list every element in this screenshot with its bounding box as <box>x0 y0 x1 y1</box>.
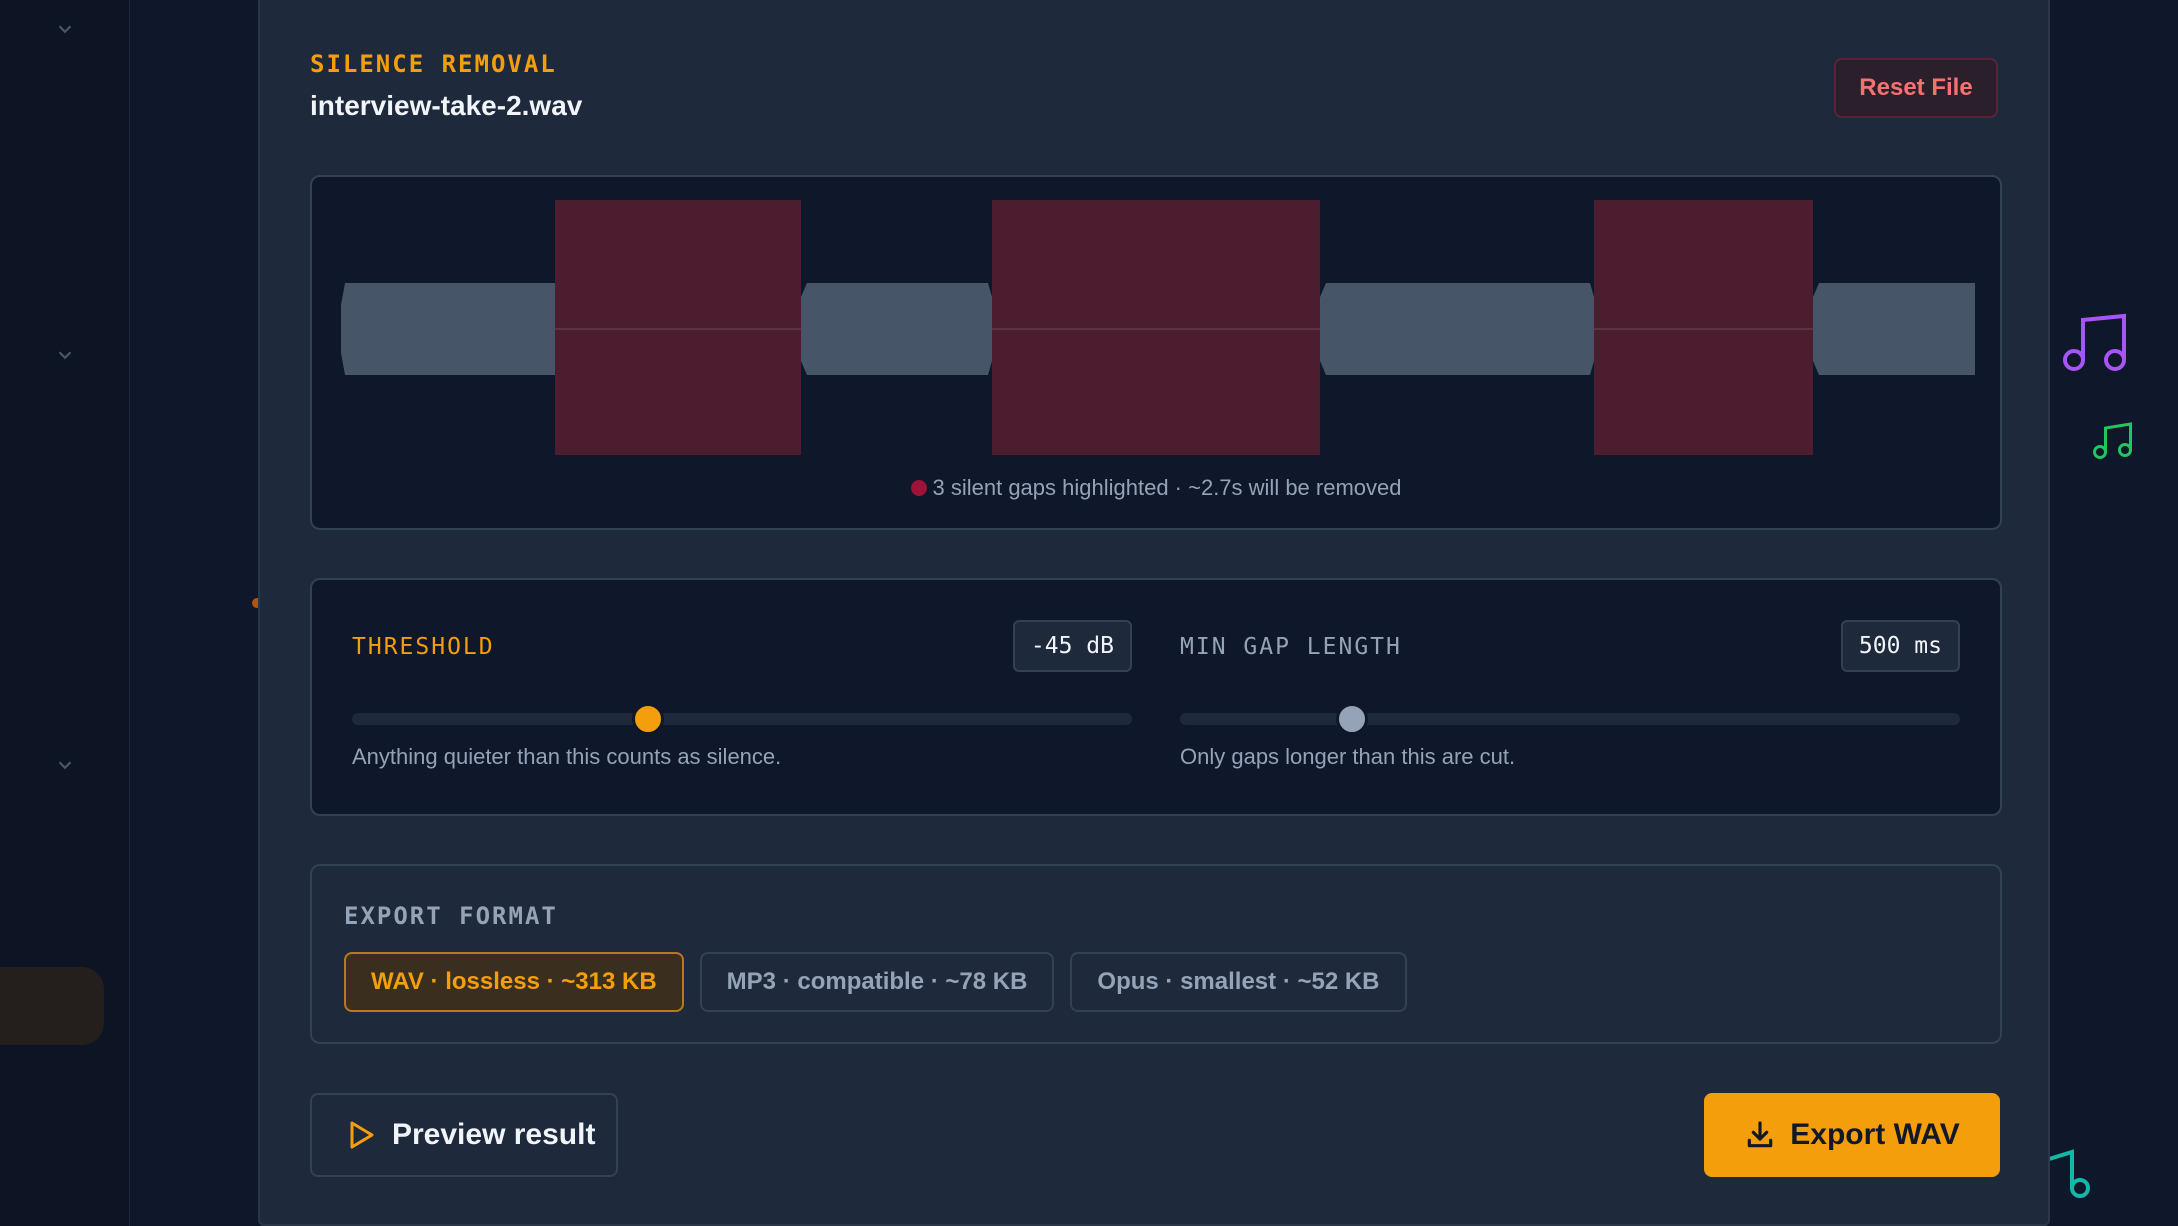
dialog-header: SILENCE REMOVAL interview-take-2.wav Res… <box>310 50 1998 130</box>
dialog-eyebrow: SILENCE REMOVAL <box>310 50 557 78</box>
silence-removal-dialog: SILENCE REMOVAL interview-take-2.wav Res… <box>258 0 2050 1226</box>
format-option-mp3[interactable]: MP3 · compatible · ~78 KB <box>699 952 1055 1012</box>
export-format-title: EXPORT FORMAT <box>344 902 558 930</box>
min-gap-value[interactable]: 500 ms <box>1840 620 1960 672</box>
threshold-control: THRESHOLD -45 dB Anything quieter than t… <box>352 580 1132 818</box>
preview-result-button[interactable]: Preview result <box>310 1093 618 1177</box>
chevron-down-icon[interactable] <box>54 754 76 776</box>
play-icon <box>350 1121 374 1149</box>
export-format-panel: EXPORT FORMAT WAV · lossless · ~313 KB M… <box>310 864 2002 1044</box>
download-icon <box>1747 1121 1773 1148</box>
chevron-down-icon[interactable] <box>54 344 76 366</box>
threshold-label: THRESHOLD <box>352 634 495 660</box>
format-option-opus[interactable]: Opus · smallest · ~52 KB <box>1070 952 1407 1012</box>
audio-segment <box>801 283 992 375</box>
preview-result-label: Preview result <box>392 1118 596 1151</box>
threshold-slider-thumb[interactable] <box>632 703 665 735</box>
sidebar-active-item[interactable] <box>0 967 104 1045</box>
format-option-wav[interactable]: WAV · lossless · ~313 KB <box>344 952 684 1012</box>
min-gap-label: MIN GAP LENGTH <box>1180 634 1402 660</box>
min-gap-control: MIN GAP LENGTH 500 ms Only gaps longer t… <box>1180 580 1960 818</box>
audio-segment <box>341 283 555 375</box>
silent-gap-regions <box>555 200 1813 455</box>
export-button[interactable]: Export WAV <box>1704 1093 2000 1177</box>
chevron-down-icon[interactable] <box>54 18 76 40</box>
music-note-icon <box>2063 313 2126 371</box>
detection-settings: THRESHOLD -45 dB Anything quieter than t… <box>310 578 2002 816</box>
sidebar <box>0 0 130 1226</box>
reset-file-button[interactable]: Reset File <box>1834 58 1998 118</box>
threshold-value[interactable]: -45 dB <box>1012 620 1132 672</box>
file-name: interview-take-2.wav <box>310 90 583 121</box>
threshold-slider-track[interactable] <box>352 713 1132 725</box>
waveform-panel[interactable]: 3 silent gaps highlighted · ~2.7s will b… <box>310 175 2002 530</box>
waveform-caption-text: 3 silent gaps highlighted · ~2.7s will b… <box>932 475 1402 500</box>
format-options: WAV · lossless · ~313 KB MP3 · compatibl… <box>344 952 1407 1012</box>
audio-segment <box>1320 283 1594 375</box>
audio-segment <box>1813 283 1975 375</box>
silent-gap <box>992 200 1320 455</box>
min-gap-slider-track[interactable] <box>1180 713 1960 725</box>
min-gap-slider-thumb[interactable] <box>1335 703 1368 735</box>
silent-gap <box>555 200 801 455</box>
waveform-caption: 3 silent gaps highlighted · ~2.7s will b… <box>312 475 2000 501</box>
min-gap-hint: Only gaps longer than this are cut. <box>1180 744 1516 769</box>
silent-gap <box>1594 200 1813 455</box>
export-label: Export WAV <box>1790 1118 1960 1151</box>
music-note-icon <box>2093 422 2132 459</box>
silence-legend-dot <box>910 480 927 496</box>
threshold-hint: Anything quieter than this counts as sil… <box>352 744 782 769</box>
